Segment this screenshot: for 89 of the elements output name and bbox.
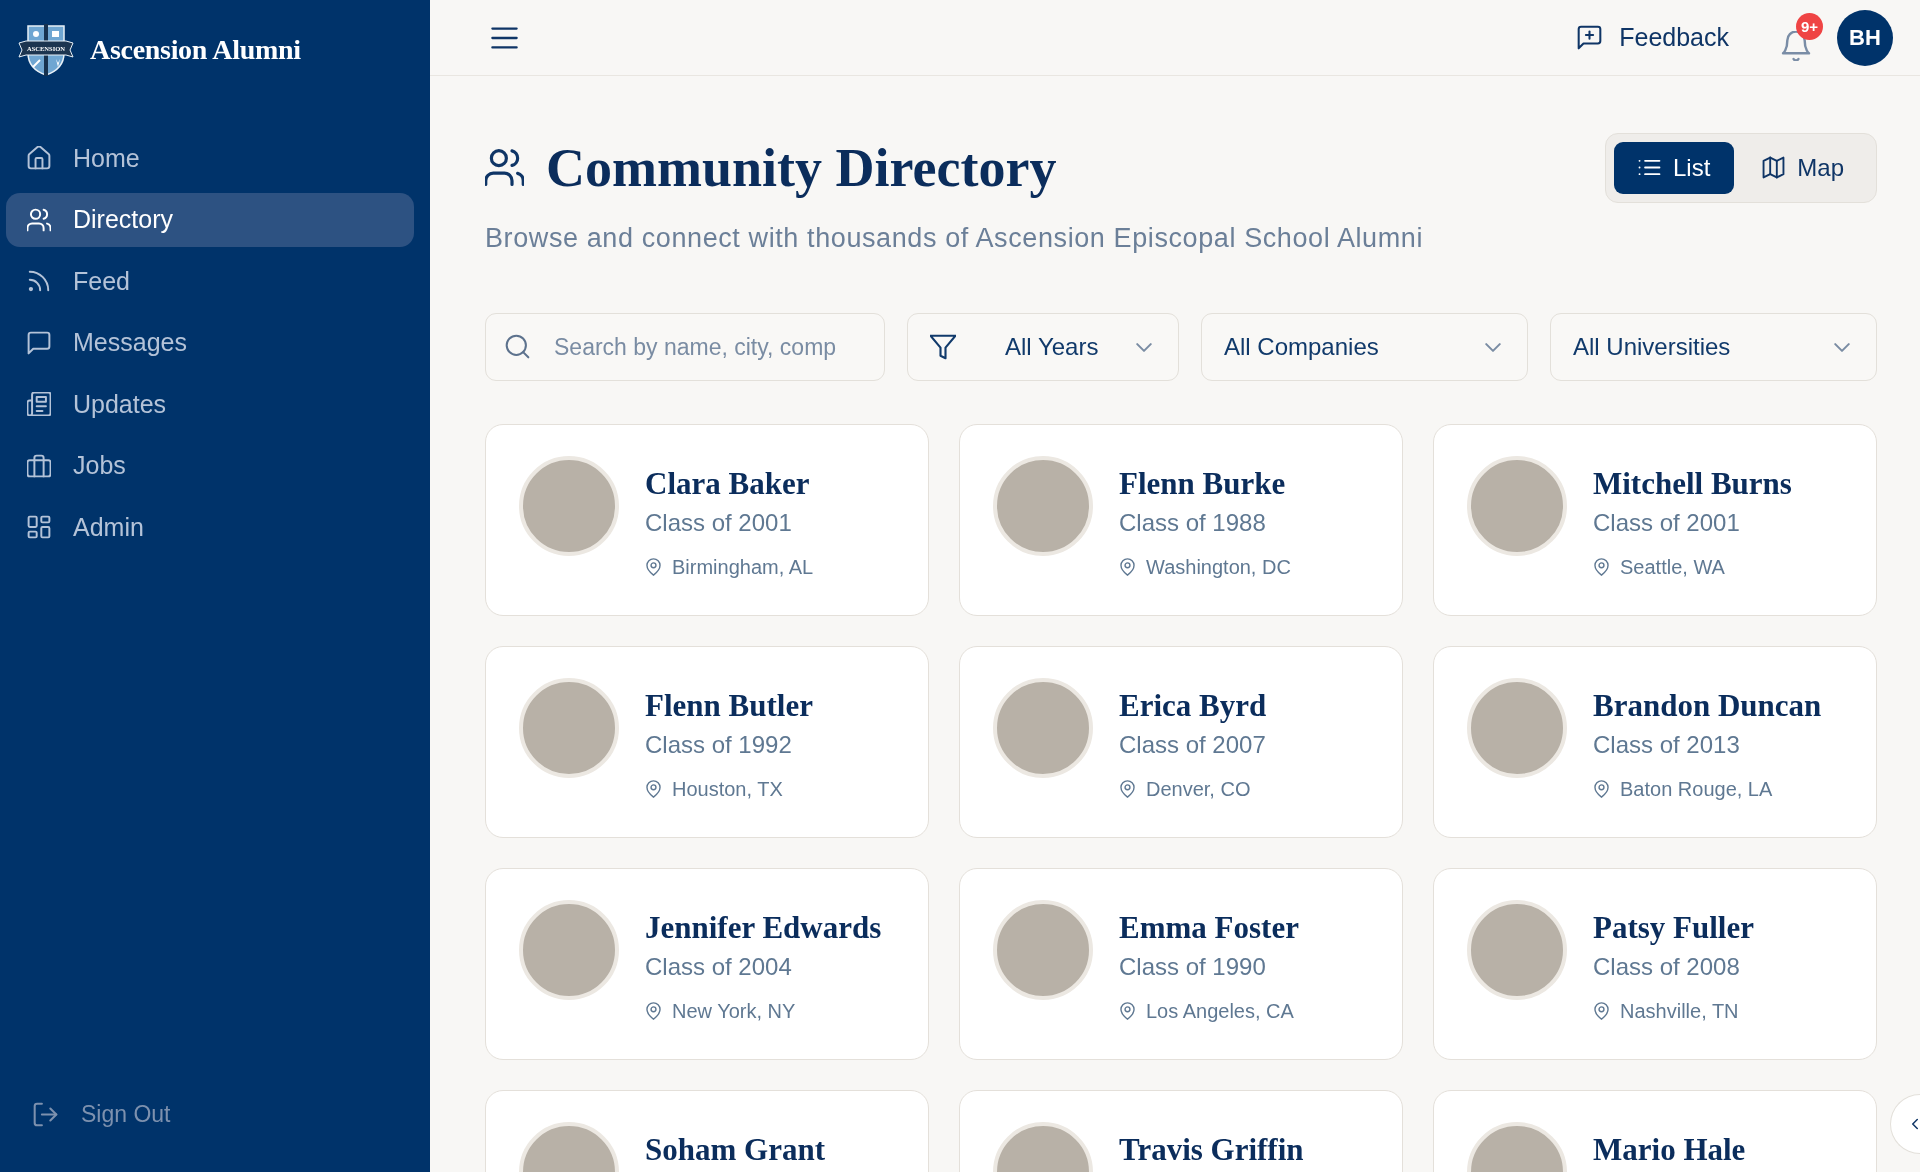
alumni-name: Patsy Fuller <box>1593 910 1754 946</box>
alumni-name: Emma Foster <box>1119 910 1299 946</box>
company-dropdown[interactable]: All Companies <box>1201 313 1528 381</box>
briefcase-icon <box>27 453 51 478</box>
chevron-left-icon <box>1912 1118 1918 1130</box>
location-pin-icon <box>1593 557 1610 577</box>
location-pin-icon <box>1119 1001 1136 1021</box>
class-year: Class of 1988 <box>1119 508 1266 538</box>
feedback-button[interactable]: Feedback <box>1577 23 1729 52</box>
location-pin-icon <box>645 1001 662 1021</box>
location-text: Houston, TX <box>672 777 783 801</box>
alumni-name: Erica Byrd <box>1119 688 1267 724</box>
location-text: Denver, CO <box>1146 777 1251 801</box>
chevron-down-icon <box>1834 342 1850 352</box>
people-icon <box>485 148 524 187</box>
map-icon <box>1762 156 1786 179</box>
alumni-card[interactable]: Patsy Fuller Class of 2008 Nashville, TN <box>1433 868 1877 1060</box>
alumni-name: Travis Griffin <box>1119 1132 1304 1168</box>
alumni-name: Mario Hale <box>1593 1132 1746 1168</box>
location-text: Los Angeles, CA <box>1146 999 1294 1023</box>
location-text: Nashville, TN <box>1620 999 1739 1023</box>
location-pin-icon <box>645 557 662 577</box>
alumni-card[interactable]: Mario Hale <box>1433 1090 1877 1172</box>
alumni-name: Brandon Duncan <box>1593 688 1822 724</box>
year-dropdown[interactable]: All Years <box>907 313 1179 381</box>
alumni-card[interactable]: Clara Baker Class of 2001 Birmingham, AL <box>485 424 929 616</box>
sign-out-link[interactable]: Sign Out <box>33 1099 171 1129</box>
alumni-card[interactable]: Flenn Burke Class of 1988 Washington, DC <box>959 424 1403 616</box>
class-year: Class of 2001 <box>645 508 792 538</box>
brand-name: Ascension Alumni <box>90 34 301 66</box>
chevron-down-icon <box>1485 342 1501 352</box>
newspaper-icon <box>27 392 51 416</box>
alumni-card[interactable]: Soham Grant <box>485 1090 929 1172</box>
location-pin-icon <box>1119 557 1136 577</box>
rss-icon <box>27 269 51 293</box>
nav-item[interactable]: Jobs <box>6 438 414 493</box>
class-year: Class of 2013 <box>1593 730 1740 760</box>
class-year: Class of 1990 <box>1119 952 1266 982</box>
location-pin-icon <box>1119 779 1136 799</box>
alumni-name: Flenn Burke <box>1119 466 1286 502</box>
location-pin-icon <box>645 779 662 799</box>
alumni-card[interactable]: Emma Foster Class of 1990 Los Angeles, CA <box>959 868 1403 1060</box>
view-toggle-button[interactable]: List <box>1613 141 1735 194</box>
alumni-card[interactable]: Brandon Duncan Class of 2013 Baton Rouge, LA <box>1433 646 1877 838</box>
chat-plus-icon <box>1577 25 1603 50</box>
location-text: Baton Rouge, LA <box>1620 777 1773 801</box>
nav-item[interactable]: Messages <box>6 315 414 370</box>
nav-item[interactable]: Feed <box>6 254 414 308</box>
nav-item[interactable]: Updates <box>6 377 414 431</box>
nav-item[interactable]: Admin <box>6 500 414 554</box>
location-text: Seattle, WA <box>1620 555 1725 579</box>
alumni-card[interactable]: Erica Byrd Class of 2007 Denver, CO <box>959 646 1403 838</box>
filter-icon <box>930 334 956 360</box>
location-text: Washington, DC <box>1146 555 1291 579</box>
nav-item[interactable]: Home <box>6 131 414 185</box>
university-dropdown[interactable]: All Universities <box>1550 313 1877 381</box>
view-toggle-button[interactable]: Map <box>1738 141 1868 194</box>
people-icon <box>27 207 51 232</box>
home-icon <box>27 146 51 170</box>
alumni-card[interactable]: Mitchell Burns Class of 2001 Seattle, WA <box>1433 424 1877 616</box>
class-year: Class of 1992 <box>645 730 792 760</box>
bell-icon <box>1781 30 1811 61</box>
location-text: Birmingham, AL <box>672 555 814 579</box>
alumni-card[interactable]: Jennifer Edwards Class of 2004 New York, NY <box>485 868 929 1060</box>
location-pin-icon <box>1593 779 1610 799</box>
alumni-name: Clara Baker <box>645 466 810 502</box>
page-subtitle: Browse and connect with thousands of Ascension Episcopal School Alumni <box>485 223 1424 253</box>
alumni-name: Jennifer Edwards <box>645 910 882 946</box>
notification-badge: 9+ <box>1796 12 1823 40</box>
alumni-name: Flenn Butler <box>645 688 813 724</box>
notifications-button[interactable]: 9+ <box>1781 12 1823 63</box>
chat-bubble-icon <box>27 330 51 355</box>
search-icon <box>505 334 530 359</box>
user-avatar[interactable]: BH <box>1837 9 1893 66</box>
dashboard-icon <box>27 515 51 539</box>
alumni-name: Mitchell Burns <box>1593 466 1792 502</box>
nav-item[interactable]: Directory <box>6 192 414 247</box>
class-year: Class of 2008 <box>1593 952 1740 982</box>
alumni-card[interactable]: Travis Griffin <box>959 1090 1403 1172</box>
alumni-name: Soham Grant <box>645 1132 825 1168</box>
class-year: Class of 2001 <box>1593 508 1740 538</box>
class-year: Class of 2007 <box>1119 730 1266 760</box>
location-pin-icon <box>1593 1001 1610 1021</box>
chevron-down-icon <box>1136 342 1152 352</box>
location-text: New York, NY <box>672 999 796 1023</box>
sign-out-icon <box>33 1101 58 1127</box>
search-field[interactable]: Search by name, city, comp <box>485 313 885 381</box>
alumni-card[interactable]: Flenn Butler Class of 1992 Houston, TX <box>485 646 929 838</box>
class-year: Class of 2004 <box>645 952 792 982</box>
